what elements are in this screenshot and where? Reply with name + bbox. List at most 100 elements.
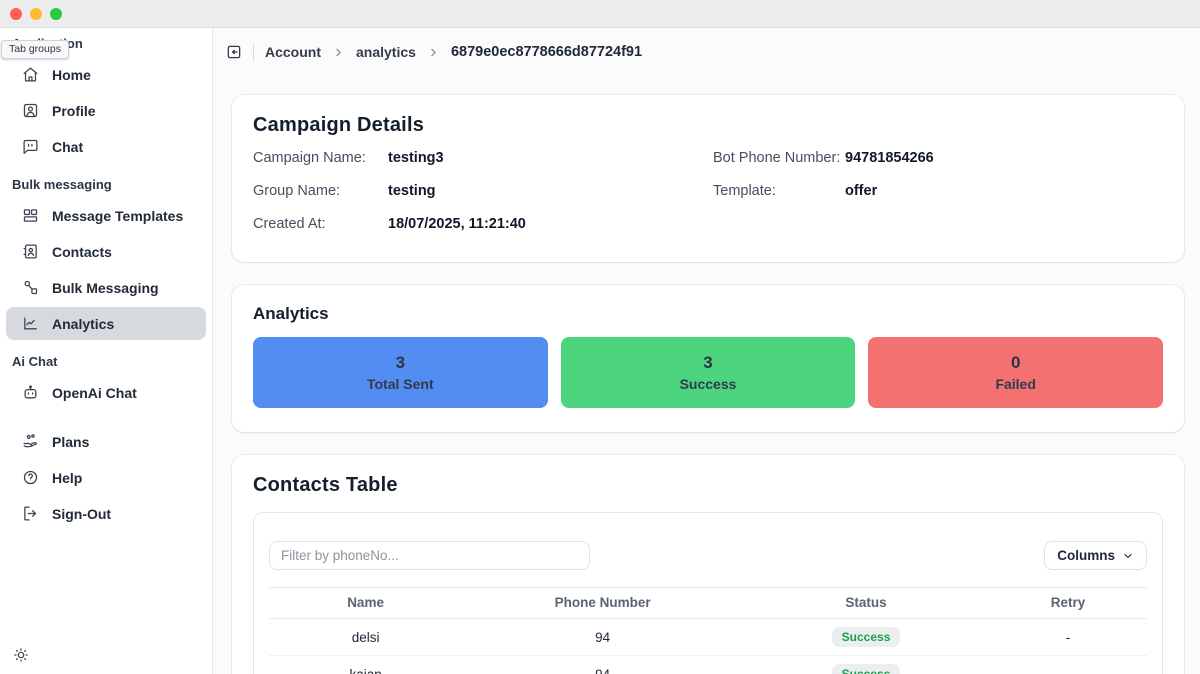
analytics-card: Analytics 3 Total Sent 3 Success 0 Faile… xyxy=(232,285,1184,432)
field-label: Bot Phone Number: xyxy=(713,150,845,166)
main-area: Account analytics 6879e0ec8778666d87724f… xyxy=(213,28,1200,674)
sidebar-item-label: Chat xyxy=(52,139,83,155)
theme-toggle-button[interactable] xyxy=(13,647,29,663)
sidebar-item-chat[interactable]: Chat xyxy=(6,130,206,163)
field-value: testing xyxy=(388,183,436,199)
stat-value: 3 xyxy=(703,353,712,373)
sidebar-item-label: Sign-Out xyxy=(52,506,111,522)
sidebar-item-label: OpenAi Chat xyxy=(52,385,137,401)
chevron-right-icon xyxy=(427,46,440,59)
field-value: 18/07/2025, 11:21:40 xyxy=(388,216,526,232)
status-badge: Success xyxy=(832,664,901,674)
cell-name: delsi xyxy=(269,619,462,656)
sidebar-item-help[interactable]: Help xyxy=(6,461,206,494)
sidebar-item-label: Message Templates xyxy=(52,208,183,224)
analytics-icon xyxy=(22,315,39,332)
home-icon xyxy=(22,66,39,83)
chevron-right-icon xyxy=(332,46,345,59)
sidebar: Tab groups Application Home Profile Chat… xyxy=(0,28,213,674)
columns-button-label: Columns xyxy=(1057,548,1115,563)
status-badge: Success xyxy=(832,627,901,647)
signout-icon xyxy=(22,505,39,522)
columns-dropdown-button[interactable]: Columns xyxy=(1044,541,1147,570)
sidebar-item-label: Home xyxy=(52,67,91,83)
cell-phone: 94 xyxy=(462,656,743,674)
column-header-phone: Phone Number xyxy=(462,588,743,619)
sidebar-item-plans[interactable]: Plans xyxy=(6,425,206,458)
cell-status: Success xyxy=(743,619,989,656)
maximize-window-button[interactable] xyxy=(50,8,62,20)
close-window-button[interactable] xyxy=(10,8,22,20)
sidebar-item-label: Bulk Messaging xyxy=(52,280,159,296)
field-label: Template: xyxy=(713,183,845,199)
field-label: Group Name: xyxy=(253,183,388,199)
contacts-table-container: Columns Name Phone Number St xyxy=(253,512,1163,674)
templates-icon xyxy=(22,207,39,224)
sun-icon xyxy=(13,647,29,663)
analytics-title: Analytics xyxy=(253,304,1163,324)
campaign-details-title: Campaign Details xyxy=(253,114,1163,137)
cell-phone: 94 xyxy=(462,619,743,656)
sidebar-item-message-templates[interactable]: Message Templates xyxy=(6,199,206,232)
sidebar-item-home[interactable]: Home xyxy=(6,58,206,91)
breadcrumb-analytics[interactable]: analytics xyxy=(356,44,416,60)
table-header-row: Name Phone Number Status Retry xyxy=(269,588,1147,619)
stat-success: 3 Success xyxy=(561,337,856,408)
bot-icon xyxy=(22,384,39,401)
breadcrumb-divider xyxy=(253,44,254,61)
field-value: 94781854266 xyxy=(845,150,934,166)
breadcrumb-bar: Account analytics 6879e0ec8778666d87724f… xyxy=(213,28,1200,68)
sidebar-item-label: Help xyxy=(52,470,82,486)
contacts-table: Name Phone Number Status Retry delsi 94 xyxy=(269,587,1147,674)
sidebar-item-label: Analytics xyxy=(52,316,114,332)
contacts-table-title: Contacts Table xyxy=(253,474,1163,497)
cell-retry: - xyxy=(989,619,1147,656)
sidebar-item-label: Profile xyxy=(52,103,96,119)
sidebar-toggle-button[interactable] xyxy=(226,44,242,60)
stat-value: 0 xyxy=(1011,353,1020,373)
stat-failed: 0 Failed xyxy=(868,337,1163,408)
field-label: Created At: xyxy=(253,216,388,232)
campaign-details-left-column: Campaign Name: testing3 Group Name: test… xyxy=(253,150,703,249)
breadcrumb-account[interactable]: Account xyxy=(265,44,321,60)
help-icon xyxy=(22,469,39,486)
plans-icon xyxy=(22,433,39,450)
page-content: Campaign Details Campaign Name: testing3… xyxy=(213,68,1200,674)
column-header-status: Status xyxy=(743,588,989,619)
field-bot-phone-number: Bot Phone Number: 94781854266 xyxy=(713,150,1163,183)
campaign-details-card: Campaign Details Campaign Name: testing3… xyxy=(232,95,1184,262)
campaign-details-right-column: Bot Phone Number: 94781854266 Template: … xyxy=(713,150,1163,249)
sidebar-item-profile[interactable]: Profile xyxy=(6,94,206,127)
section-heading-ai-chat: Ai Chat xyxy=(0,354,212,369)
column-header-retry: Retry xyxy=(989,588,1147,619)
sidebar-item-sign-out[interactable]: Sign-Out xyxy=(6,497,206,530)
stat-total-sent: 3 Total Sent xyxy=(253,337,548,408)
field-value: offer xyxy=(845,183,877,199)
field-template: Template: offer xyxy=(713,183,1163,216)
minimize-window-button[interactable] xyxy=(30,8,42,20)
column-header-name: Name xyxy=(269,588,462,619)
window-titlebar xyxy=(0,0,1200,28)
chat-icon xyxy=(22,138,39,155)
sidebar-item-bulk-messaging[interactable]: Bulk Messaging xyxy=(6,271,206,304)
contacts-icon xyxy=(22,243,39,260)
stat-label: Total Sent xyxy=(367,376,434,392)
sidebar-item-label: Plans xyxy=(52,434,89,450)
cell-name: kajan xyxy=(269,656,462,674)
field-group-name: Group Name: testing xyxy=(253,183,703,216)
table-row: kajan 94 Success - xyxy=(269,656,1147,674)
field-label: Campaign Name: xyxy=(253,150,388,166)
table-row: delsi 94 Success - xyxy=(269,619,1147,656)
sidebar-footer-group: Plans Help Sign-Out xyxy=(0,425,212,530)
field-created-at: Created At: 18/07/2025, 11:21:40 xyxy=(253,216,703,249)
phone-filter-input[interactable] xyxy=(269,541,590,570)
sidebar-item-contacts[interactable]: Contacts xyxy=(6,235,206,268)
stat-label: Success xyxy=(680,376,737,392)
sidebar-item-analytics[interactable]: Analytics xyxy=(6,307,206,340)
contacts-table-card: Contacts Table Columns xyxy=(232,455,1184,674)
stat-value: 3 xyxy=(396,353,405,373)
tab-groups-tooltip: Tab groups xyxy=(1,40,69,59)
breadcrumb-campaign-id: 6879e0ec8778666d87724f91 xyxy=(451,44,642,60)
sidebar-item-openai-chat[interactable]: OpenAi Chat xyxy=(6,376,206,409)
cell-retry: - xyxy=(989,656,1147,674)
